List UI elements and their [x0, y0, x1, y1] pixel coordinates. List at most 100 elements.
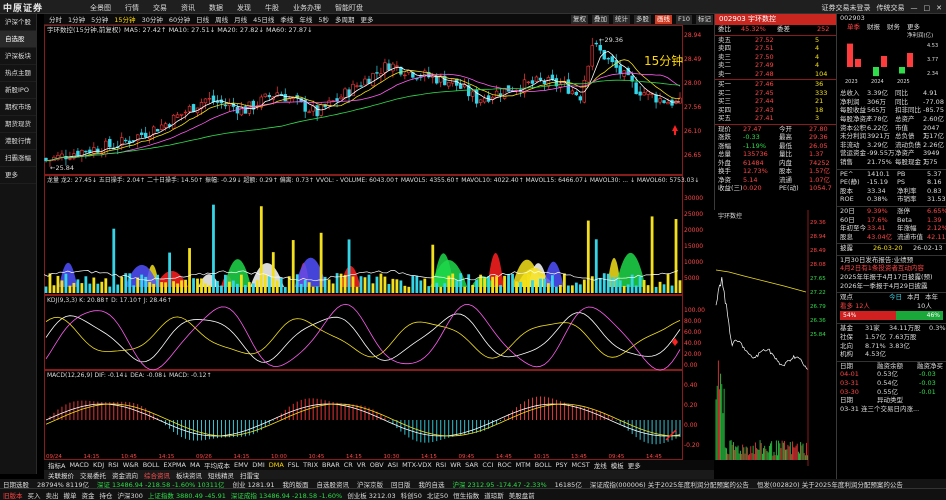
status-item[interactable]: 沪深300 [118, 490, 143, 500]
indicator-tab[interactable]: CR [344, 461, 353, 469]
news-text[interactable]: 2025年年报于4月17日披露(预) [840, 273, 933, 282]
toolbar-button[interactable]: 叠加 [591, 14, 609, 24]
menu-item[interactable]: 交易 [153, 3, 167, 13]
period-tab[interactable]: 1分钟 [67, 14, 86, 24]
nav-item[interactable]: 沪深板块 [0, 48, 36, 65]
status-item[interactable]: 旧版本 [3, 490, 23, 500]
info-item[interactable]: 16185亿 [555, 479, 582, 489]
status-item[interactable]: 科创50 [401, 490, 422, 500]
indicator-tab[interactable]: OBV [370, 461, 384, 469]
news-item[interactable]: 4月2日有1条投资者互动内容 [837, 264, 946, 273]
indicator-tab[interactable]: BRAR [322, 461, 340, 469]
nav-item[interactable]: 新股IPO [0, 82, 36, 99]
minimize-icon[interactable]: — [911, 4, 918, 12]
news-item[interactable]: 2025年年报于4月17日披露(预) [837, 273, 946, 282]
status-item[interactable]: 道琼斯 [484, 490, 504, 500]
indicator-tab[interactable]: EXPMA [163, 461, 186, 469]
toolbar-button[interactable]: 标记 [696, 14, 713, 24]
period-tab[interactable]: 5秒 [317, 14, 330, 24]
menu-item[interactable]: 牛股 [265, 3, 279, 13]
status-item[interactable]: 买入 [28, 490, 41, 500]
period-tab[interactable]: 年线 [298, 14, 313, 24]
menu-item[interactable]: 行情 [125, 3, 139, 13]
info-item[interactable]: 我的自选 [418, 479, 444, 489]
indicator-tab[interactable]: VR [357, 461, 366, 469]
toolbar-button[interactable]: 多股 [633, 14, 651, 24]
indicator-tab[interactable]: CCI [482, 461, 493, 469]
indicator-tab[interactable]: RSI [436, 461, 447, 469]
status-item[interactable]: 恒生指数 [453, 490, 479, 500]
period-tab[interactable]: 5分钟 [90, 14, 109, 24]
indicator-tab[interactable]: 龙线 [594, 460, 607, 470]
nav-item[interactable]: 期货现货 [0, 116, 36, 133]
fin-tab[interactable]: 单季 [847, 23, 860, 32]
status-item[interactable]: 美股盘前 [509, 490, 535, 500]
menu-item[interactable]: 全景图 [90, 3, 111, 13]
nav-item[interactable]: 扫霸涨幅 [0, 150, 36, 167]
page-tab[interactable]: 关联报价 [48, 470, 74, 480]
status-item[interactable]: 深证成指 13486.94 -218.58 -1.60% [231, 490, 342, 500]
nav-item[interactable]: 热点主题 [0, 65, 36, 82]
indicator-tab[interactable]: FSL [288, 461, 299, 469]
indicator-tab[interactable]: SAR [465, 461, 478, 469]
period-tab[interactable]: 更多 [360, 14, 375, 24]
period-tab[interactable]: 60分钟 [168, 14, 191, 24]
page-tab[interactable]: 资金流向 [112, 470, 138, 480]
toolbar-button[interactable]: 统计 [612, 14, 630, 24]
page-tab[interactable]: 板块资讯 [176, 470, 202, 480]
vote-tab[interactable]: 本年 [925, 293, 938, 302]
menu-item[interactable]: 数据 [209, 3, 223, 13]
indicator-tab[interactable]: BOLL [143, 461, 160, 469]
period-tab[interactable]: 周线 [214, 14, 229, 24]
page-tab[interactable]: 交易委托 [80, 470, 106, 480]
menu-item[interactable]: 发现 [237, 3, 251, 13]
toolbar-button[interactable]: F10 [675, 14, 692, 24]
indicator-tab[interactable]: DMA [269, 461, 284, 469]
period-tab[interactable]: 分时 [48, 14, 63, 24]
nav-item-active[interactable]: 自选股 [0, 31, 36, 48]
period-tab[interactable]: 30分钟 [141, 14, 164, 24]
indicator-tab[interactable]: PSY [555, 461, 567, 469]
info-item[interactable]: 自选股资讯 [316, 479, 349, 489]
status-item[interactable]: 持仓 [100, 490, 113, 500]
news-item[interactable]: 2026年一季报于4月29日披露 [837, 282, 946, 291]
indicator-tab[interactable]: 平均成本 [204, 460, 230, 470]
nav-item[interactable]: 港股行情 [0, 133, 36, 150]
period-tab[interactable]: 45日线 [252, 14, 275, 24]
status-item[interactable]: 创业板 3212.03 [347, 490, 395, 500]
indicator-tab[interactable]: TRIX [303, 461, 318, 469]
info-item[interactable]: 日期选股 [3, 479, 29, 489]
info-item[interactable]: 创业 1281.91 [233, 479, 275, 489]
toolbar-button[interactable]: 画线 [654, 14, 672, 24]
indicator-tab[interactable]: BOLL [535, 461, 552, 469]
menu-item[interactable]: 资讯 [181, 3, 195, 13]
indicator-tab[interactable]: 模板 [611, 460, 624, 470]
page-tab[interactable]: 综合资讯 [144, 470, 170, 480]
info-item[interactable]: 深证成指(000006) 关于2025年度利润分配预案的公告 [590, 479, 749, 489]
indicator-tab[interactable]: MTM [516, 461, 531, 469]
vote-tab[interactable]: 今日 [889, 293, 902, 302]
nav-item[interactable]: 期权市场 [0, 99, 36, 116]
status-item[interactable]: 卖出 [46, 490, 59, 500]
indicator-tab[interactable]: RSI [108, 461, 119, 469]
news-text[interactable]: 4月2日有1条投资者互动内容 [840, 264, 924, 273]
period-tab[interactable]: 日线 [195, 14, 210, 24]
info-item[interactable]: 28794% 8119亿 [37, 479, 89, 489]
page-tab[interactable]: 扫雷宝 [240, 470, 260, 480]
period-tab[interactable]: 月线 [233, 14, 248, 24]
page-tab[interactable]: 短线精灵 [208, 470, 234, 480]
info-item[interactable]: 深证 13486.94 -218.58 -1.60% 10311亿 [97, 479, 225, 489]
nav-item[interactable]: 更多 [0, 167, 36, 184]
info-item[interactable]: 沪深京版 [357, 479, 383, 489]
indicator-tab[interactable]: 指标A [48, 460, 65, 470]
indicator-tab[interactable]: ROC [497, 461, 511, 469]
indicator-tab[interactable]: WR [450, 461, 461, 469]
period-tab[interactable]: 季线 [279, 14, 294, 24]
period-tab[interactable]: 15分钟 [113, 14, 136, 24]
maximize-icon[interactable]: □ [924, 4, 931, 12]
indicator-tab[interactable]: MTX-VDX [402, 461, 432, 469]
indicator-tab[interactable]: DMI [252, 461, 265, 469]
info-item[interactable]: 回日版 [391, 479, 411, 489]
menu-item[interactable]: 智能盯盘 [335, 3, 363, 13]
menu-item[interactable]: 业务办理 [293, 3, 321, 13]
